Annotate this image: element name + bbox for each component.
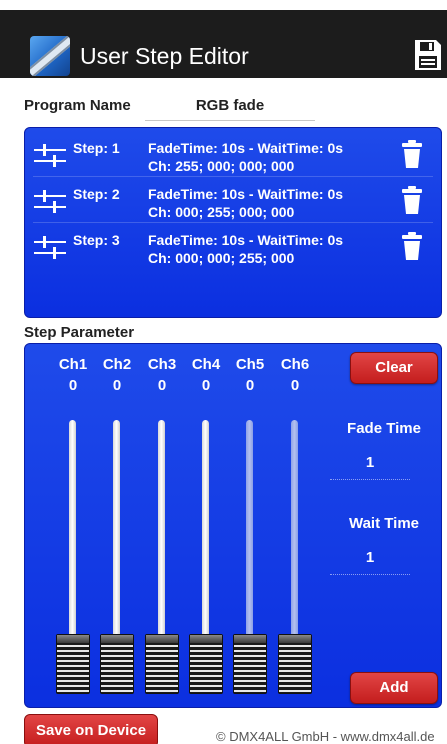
clear-button[interactable]: Clear (350, 352, 438, 384)
wait-time-label: Wait Time (348, 515, 419, 532)
step-name: Step: 3 (73, 232, 120, 248)
channel-name: Ch6 (280, 356, 310, 373)
steps-list: Step: 1 FadeTime: 10s - WaitTime: 0s Ch:… (24, 127, 442, 318)
step-timing: FadeTime: 10s - WaitTime: 0s (148, 186, 344, 202)
channel-value: 0 (157, 377, 167, 394)
app-bar: User Step Editor (0, 10, 447, 78)
channel-slider-handle[interactable] (233, 634, 267, 694)
save-on-device-button[interactable]: Save on Device (24, 714, 158, 744)
channel-column-2: Ch2 0 (95, 344, 139, 707)
channel-value: 0 (112, 377, 122, 394)
save-icon[interactable] (413, 38, 443, 72)
channel-column-6: Ch6 0 (273, 344, 317, 707)
trash-icon[interactable] (401, 139, 423, 169)
channel-column-1: Ch1 0 (51, 344, 95, 707)
step-parameter-panel: Ch1 0 Ch2 0 Ch3 0 Ch4 0 Ch5 0 Ch6 0 Clea… (24, 343, 442, 708)
app-logo-icon[interactable] (30, 36, 70, 76)
fade-time-input[interactable]: 1 (330, 454, 410, 480)
channel-slider-handle[interactable] (100, 634, 134, 694)
channel-slider-handle[interactable] (145, 634, 179, 694)
program-name-input[interactable]: RGB fade (145, 93, 315, 121)
step-timing: FadeTime: 10s - WaitTime: 0s (148, 232, 344, 248)
channel-name: Ch1 (58, 356, 88, 373)
step-row[interactable]: Step: 2 FadeTime: 10s - WaitTime: 0s Ch:… (25, 178, 441, 223)
channel-name: Ch5 (235, 356, 265, 373)
fade-time-label: Fade Time (347, 420, 421, 437)
wait-time-input[interactable]: 1 (330, 549, 410, 575)
app-title: User Step Editor (80, 43, 249, 69)
trash-icon[interactable] (401, 231, 423, 261)
channel-column-3: Ch3 0 (140, 344, 184, 707)
copyright-text: © DMX4ALL GmbH - www.dmx4all.de (216, 729, 435, 744)
channel-name: Ch4 (191, 356, 221, 373)
step-name: Step: 2 (73, 186, 120, 202)
step-parameter-label: Step Parameter (24, 324, 135, 341)
step-channels: Ch: 255; 000; 000; 000 (148, 158, 295, 174)
channel-slider-handle[interactable] (278, 634, 312, 694)
trash-icon[interactable] (401, 185, 423, 215)
step-row[interactable]: Step: 3 FadeTime: 10s - WaitTime: 0s Ch:… (25, 224, 441, 268)
slider-icon (34, 190, 66, 213)
channel-value: 0 (201, 377, 211, 394)
channel-value: 0 (290, 377, 300, 394)
channel-slider-handle[interactable] (189, 634, 223, 694)
step-timing: FadeTime: 10s - WaitTime: 0s (148, 140, 344, 156)
step-name: Step: 1 (73, 140, 120, 156)
channel-value: 0 (68, 377, 78, 394)
channel-name: Ch3 (147, 356, 177, 373)
channel-name: Ch2 (102, 356, 132, 373)
channel-column-5: Ch5 0 (228, 344, 272, 707)
add-button[interactable]: Add (350, 672, 438, 704)
channel-value: 0 (245, 377, 255, 394)
status-bar (0, 0, 447, 10)
channel-slider-handle[interactable] (56, 634, 90, 694)
slider-icon (34, 144, 66, 167)
step-channels: Ch: 000; 000; 255; 000 (148, 250, 295, 266)
slider-icon (34, 236, 66, 259)
program-name-label: Program Name (24, 97, 131, 114)
channel-column-4: Ch4 0 (184, 344, 228, 707)
step-row[interactable]: Step: 1 FadeTime: 10s - WaitTime: 0s Ch:… (25, 132, 441, 177)
step-channels: Ch: 000; 255; 000; 000 (148, 204, 295, 220)
